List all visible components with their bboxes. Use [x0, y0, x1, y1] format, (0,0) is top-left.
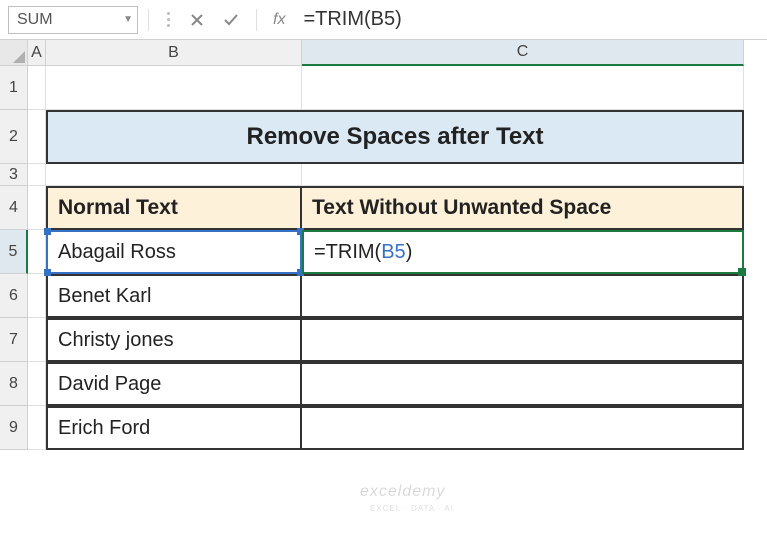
col-header-b[interactable]: B: [46, 40, 302, 66]
divider: [256, 9, 257, 31]
cell-c3[interactable]: [302, 164, 744, 186]
cell-a9[interactable]: [28, 406, 46, 450]
row-header-8[interactable]: 8: [0, 362, 28, 406]
fx-icon[interactable]: fx: [273, 11, 285, 29]
cell-b7[interactable]: Christy jones: [46, 318, 302, 362]
cell-a7[interactable]: [28, 318, 46, 362]
cell-c7[interactable]: [302, 318, 744, 362]
title-cell[interactable]: Remove Spaces after Text: [46, 110, 744, 164]
cell-a5[interactable]: [28, 230, 46, 274]
formula-prefix: =TRIM(: [314, 241, 381, 264]
row-header-2[interactable]: 2: [0, 110, 28, 164]
row-header-4[interactable]: 4: [0, 186, 28, 230]
cell-a1[interactable]: [28, 66, 46, 110]
cell-b3[interactable]: [46, 164, 302, 186]
name-box-value: SUM: [17, 11, 53, 29]
selection-handle-icon[interactable]: [44, 228, 51, 235]
cell-a3[interactable]: [28, 164, 46, 186]
cell-c5-active[interactable]: =TRIM(B5): [302, 230, 744, 274]
header-without-space[interactable]: Text Without Unwanted Space: [302, 186, 744, 230]
cell-b5-referenced[interactable]: Abagail Ross: [46, 230, 302, 274]
cancel-icon[interactable]: [182, 6, 212, 34]
col-header-c[interactable]: C: [302, 40, 744, 66]
cell-a2[interactable]: [28, 110, 46, 164]
divider: [148, 9, 149, 31]
chevron-down-icon[interactable]: ▼: [123, 14, 133, 25]
spreadsheet-grid: A B C 1 2 Remove Spaces after Text 3 4 N…: [0, 40, 767, 450]
formula-input[interactable]: [299, 6, 759, 33]
cell-c8[interactable]: [302, 362, 744, 406]
name-box[interactable]: SUM ▼: [8, 6, 138, 34]
watermark-sub: EXCEL · DATA · AI: [370, 504, 454, 513]
row-header-9[interactable]: 9: [0, 406, 28, 450]
fill-handle-icon[interactable]: [738, 268, 746, 276]
row-header-1[interactable]: 1: [0, 66, 28, 110]
cell-a4[interactable]: [28, 186, 46, 230]
cell-b6[interactable]: Benet Karl: [46, 274, 302, 318]
header-normal-text[interactable]: Normal Text: [46, 186, 302, 230]
cell-c9[interactable]: [302, 406, 744, 450]
select-all-corner[interactable]: [0, 40, 28, 66]
formula-suffix: ): [406, 241, 413, 264]
cell-a8[interactable]: [28, 362, 46, 406]
cell-a6[interactable]: [28, 274, 46, 318]
cell-c6[interactable]: [302, 274, 744, 318]
col-header-a[interactable]: A: [28, 40, 46, 66]
cell-b9[interactable]: Erich Ford: [46, 406, 302, 450]
row-header-5[interactable]: 5: [0, 230, 28, 274]
formula-bar: SUM ▼ fx: [0, 0, 767, 40]
row-header-3[interactable]: 3: [0, 164, 28, 186]
formula-ref: B5: [381, 241, 405, 264]
cell-b1[interactable]: [46, 66, 302, 110]
row-header-6[interactable]: 6: [0, 274, 28, 318]
cell-b5-value: Abagail Ross: [58, 241, 176, 264]
selection-handle-icon[interactable]: [44, 269, 51, 276]
enter-icon[interactable]: [216, 6, 246, 34]
watermark: exceldemy: [360, 483, 445, 501]
cell-c1[interactable]: [302, 66, 744, 110]
row-header-7[interactable]: 7: [0, 318, 28, 362]
cell-b8[interactable]: David Page: [46, 362, 302, 406]
drag-handle-icon[interactable]: [167, 12, 170, 27]
